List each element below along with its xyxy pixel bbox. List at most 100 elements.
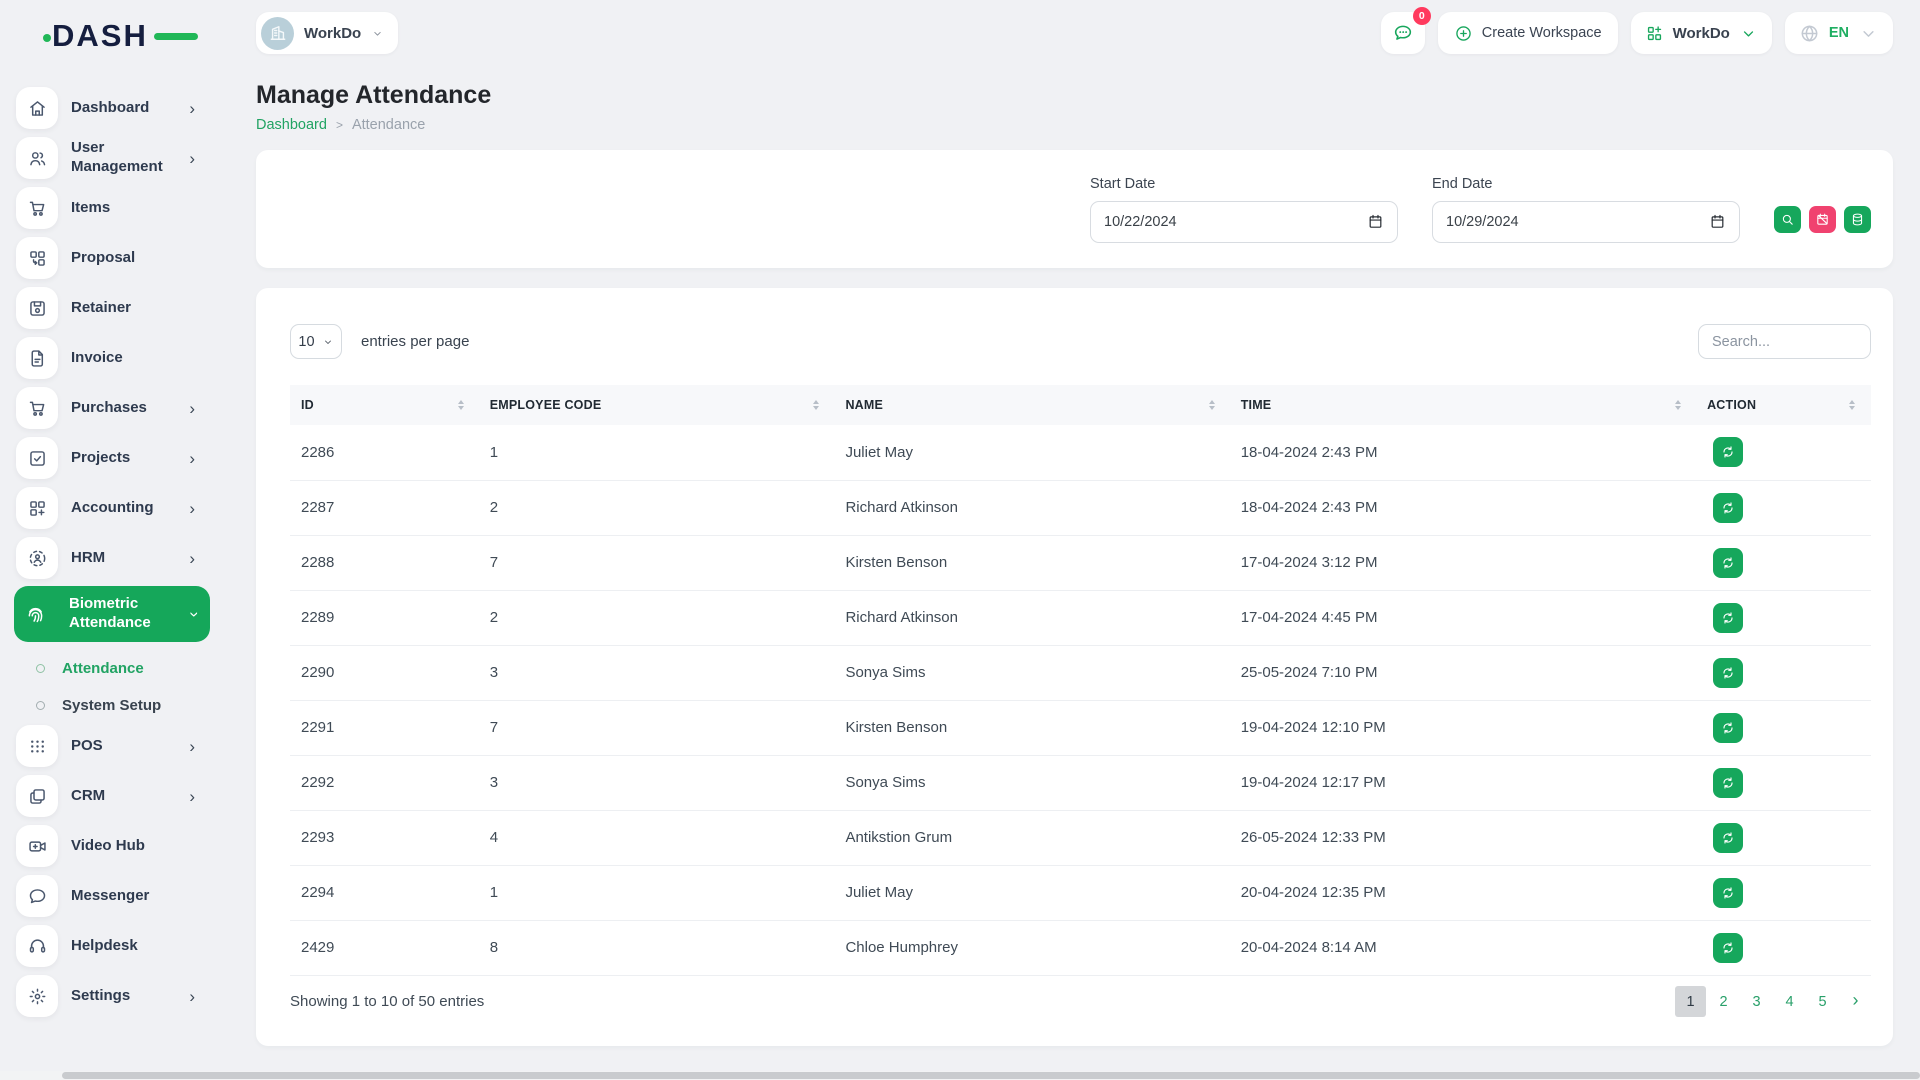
calendar-off-icon	[1815, 212, 1830, 227]
pagination-page-3[interactable]: 3	[1741, 986, 1772, 1017]
topbar-actions: 0 Create Workspace WorkDo EN	[1381, 12, 1893, 54]
horizontal-scrollbar[interactable]	[0, 1071, 1920, 1080]
scrollbar-thumb[interactable]	[62, 1072, 1920, 1079]
sidebar-item-messenger[interactable]: Messenger	[16, 874, 205, 918]
cell-employee-code: 2	[480, 480, 836, 535]
database-icon	[1850, 212, 1865, 227]
messages-button[interactable]: 0	[1381, 12, 1425, 54]
sidebar-item-projects[interactable]: Projects ›	[16, 436, 205, 480]
accounting-icon	[16, 487, 58, 529]
logo-dash-decoration	[154, 33, 198, 40]
table-row: 2294 1 Juliet May 20-04-2024 12:35 PM	[290, 865, 1871, 920]
cell-name: Chloe Humphrey	[835, 920, 1230, 975]
pagination-page-5[interactable]: 5	[1807, 986, 1838, 1017]
sidebar-item-label: Messenger	[71, 887, 205, 906]
retainer-icon	[16, 287, 58, 329]
sidebar-item-video-hub[interactable]: Video Hub	[16, 824, 205, 868]
sidebar-item-settings[interactable]: Settings ›	[16, 974, 205, 1018]
column-header-time[interactable]: TIME	[1231, 385, 1697, 425]
workspace-switcher[interactable]: WorkDo	[256, 12, 398, 54]
pagination-page-4[interactable]: 4	[1774, 986, 1805, 1017]
filter-actions	[1774, 206, 1871, 233]
sidebar-item-crm[interactable]: CRM ›	[16, 774, 205, 818]
start-date-input[interactable]: 10/22/2024	[1090, 201, 1398, 243]
messages-badge: 0	[1413, 7, 1431, 25]
refresh-action-button[interactable]	[1713, 768, 1743, 798]
filter-export-button[interactable]	[1844, 206, 1871, 233]
column-header-employee-code[interactable]: EMPLOYEE CODE	[480, 385, 836, 425]
workspace-avatar	[261, 17, 294, 50]
search-icon	[1780, 212, 1795, 227]
create-workspace-button[interactable]: Create Workspace	[1438, 12, 1618, 54]
sort-icon	[458, 400, 464, 410]
sidebar-item-helpdesk[interactable]: Helpdesk	[16, 924, 205, 968]
sidebar-item-items[interactable]: Items	[16, 186, 205, 230]
refresh-action-button[interactable]	[1713, 933, 1743, 963]
refresh-action-button[interactable]	[1713, 548, 1743, 578]
sidebar-subitem-system-setup[interactable]: System Setup	[36, 687, 215, 724]
cell-time: 20-04-2024 12:35 PM	[1231, 865, 1697, 920]
logo-text: DASH	[52, 18, 148, 53]
language-selector[interactable]: EN	[1785, 12, 1893, 54]
chevron-right-icon: ›	[189, 400, 195, 417]
filter-reset-button[interactable]	[1809, 206, 1836, 233]
chevron-right-icon: ›	[187, 611, 204, 617]
apps-menu-button[interactable]: WorkDo	[1631, 12, 1772, 54]
table-search-input[interactable]	[1698, 324, 1871, 359]
refresh-action-button[interactable]	[1713, 603, 1743, 633]
language-code: EN	[1829, 25, 1849, 41]
refresh-action-button[interactable]	[1713, 493, 1743, 523]
sidebar-item-retainer[interactable]: Retainer	[16, 286, 205, 330]
filter-search-button[interactable]	[1774, 206, 1801, 233]
sort-icon	[1675, 400, 1681, 410]
sidebar-item-label: Proposal	[71, 249, 205, 268]
sidebar-item-hrm[interactable]: HRM ›	[16, 536, 205, 580]
cell-name: Juliet May	[835, 865, 1230, 920]
sidebar-item-label: Dashboard	[71, 99, 189, 118]
sidebar-subitem-attendance[interactable]: Attendance	[36, 650, 215, 687]
sidebar-item-pos[interactable]: POS ›	[16, 724, 205, 768]
column-header-name[interactable]: NAME	[835, 385, 1230, 425]
sidebar-item-biometric-attendance[interactable]: Biometric Attendance ›	[14, 586, 210, 642]
column-header-id[interactable]: ID	[290, 385, 480, 425]
grid-plus-icon	[1645, 24, 1664, 43]
video-icon	[16, 825, 58, 867]
refresh-icon	[1720, 500, 1736, 516]
globe-icon	[1799, 23, 1820, 44]
refresh-icon	[1720, 665, 1736, 681]
cell-name: Antikstion Grum	[835, 810, 1230, 865]
refresh-action-button[interactable]	[1713, 878, 1743, 908]
entries-summary: Showing 1 to 10 of 50 entries	[290, 993, 484, 1010]
refresh-icon	[1720, 720, 1736, 736]
chevron-right-icon: ›	[189, 788, 195, 805]
sidebar-item-purchases[interactable]: Purchases ›	[16, 386, 205, 430]
dash-logo[interactable]: DASH	[52, 18, 172, 54]
plus-circle-icon	[1454, 24, 1473, 43]
cell-name: Sonya Sims	[835, 755, 1230, 810]
cell-name: Richard Atkinson	[835, 590, 1230, 645]
sidebar-item-label: Retainer	[71, 299, 205, 318]
entries-per-page-select[interactable]: 10	[290, 324, 342, 359]
pagination-page-1[interactable]: 1	[1675, 986, 1706, 1017]
workspace-name: WorkDo	[304, 25, 361, 42]
sidebar-item-dashboard[interactable]: Dashboard ›	[16, 86, 205, 130]
sidebar-item-accounting[interactable]: Accounting ›	[16, 486, 205, 530]
sidebar-item-user-management[interactable]: User Management ›	[16, 136, 205, 180]
message-icon	[1392, 22, 1414, 44]
users-icon	[16, 137, 58, 179]
refresh-action-button[interactable]	[1713, 658, 1743, 688]
end-date-input[interactable]: 10/29/2024	[1432, 201, 1740, 243]
column-header-action[interactable]: ACTION	[1697, 385, 1871, 425]
cell-employee-code: 7	[480, 535, 836, 590]
refresh-action-button[interactable]	[1713, 713, 1743, 743]
sidebar-item-invoice[interactable]: Invoice	[16, 336, 205, 380]
refresh-action-button[interactable]	[1713, 437, 1743, 467]
cell-id: 2286	[290, 425, 480, 480]
cell-time: 19-04-2024 12:10 PM	[1231, 700, 1697, 755]
pagination-page-2[interactable]: 2	[1708, 986, 1739, 1017]
pagination-next[interactable]: ›	[1840, 986, 1871, 1017]
breadcrumb-dashboard-link[interactable]: Dashboard	[256, 117, 327, 133]
table-row: 2291 7 Kirsten Benson 19-04-2024 12:10 P…	[290, 700, 1871, 755]
refresh-action-button[interactable]	[1713, 823, 1743, 853]
sidebar-item-proposal[interactable]: Proposal	[16, 236, 205, 280]
